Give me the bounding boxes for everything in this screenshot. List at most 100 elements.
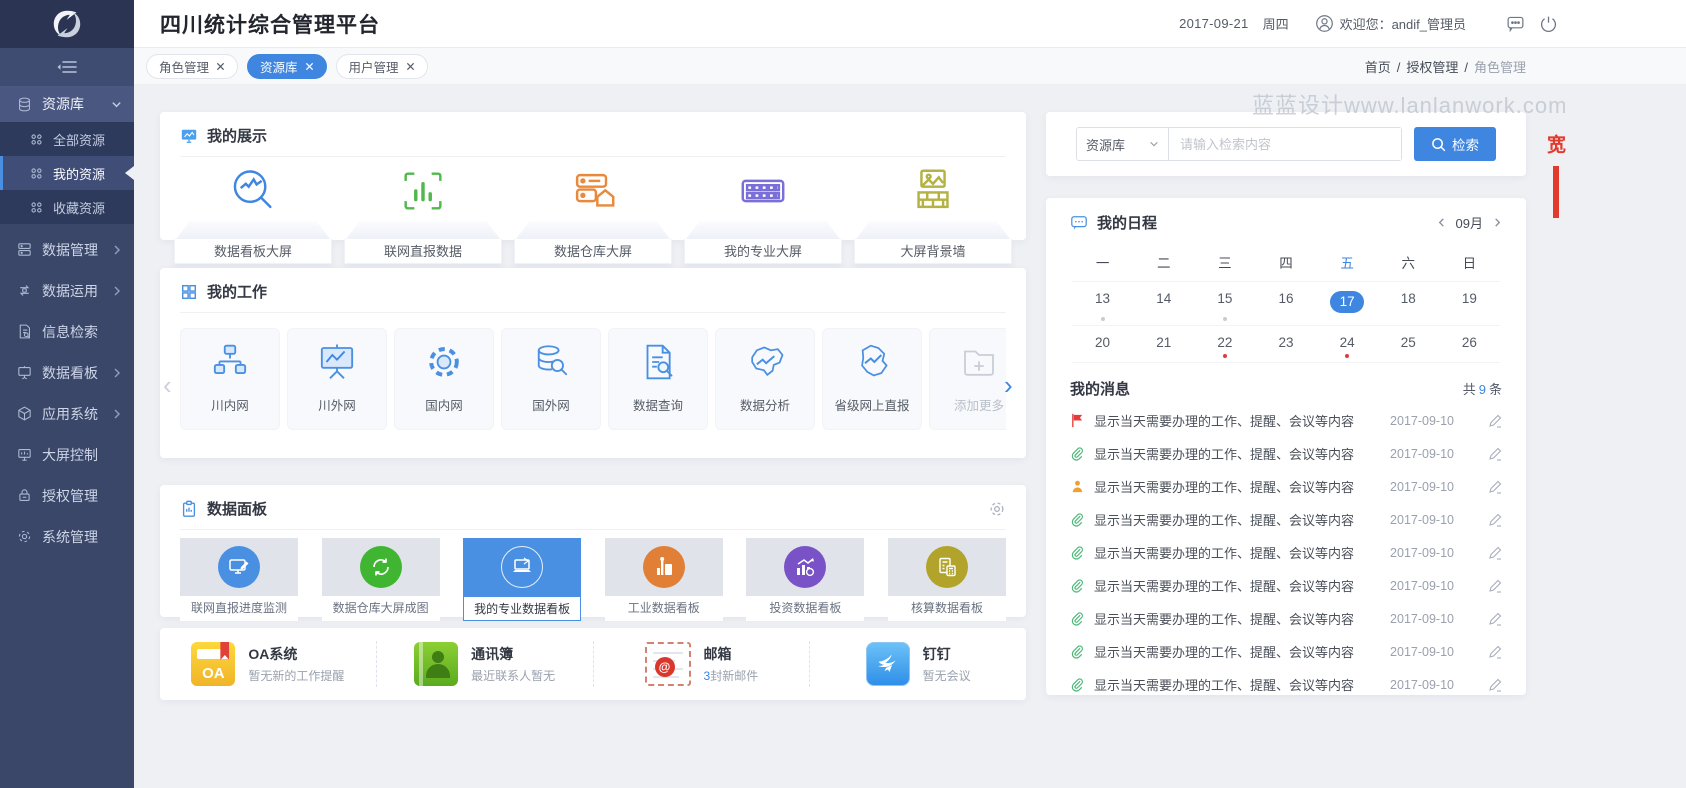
edit-pencil-icon[interactable] <box>1488 546 1502 560</box>
power-icon[interactable] <box>1539 14 1558 33</box>
sidebar-item-system-management[interactable]: 系统管理 <box>0 516 134 557</box>
prev-month-icon[interactable] <box>1437 218 1446 227</box>
message-row[interactable]: 显示当天需要办理的工作、提醒、会议等内容 2017-09-10 <box>1070 668 1502 701</box>
message-row[interactable]: 显示当天需要办理的工作、提醒、会议等内容 2017-09-10 <box>1070 437 1502 470</box>
edit-pencil-icon[interactable] <box>1488 513 1502 527</box>
work-item-domestic-network[interactable]: 国内网 <box>394 328 494 430</box>
breadcrumb-parent[interactable]: 授权管理 <box>1406 60 1458 75</box>
sidebar-item-label: 全部资源 <box>53 130 105 149</box>
sidebar-item-info-search[interactable]: 信息检索 <box>0 311 134 352</box>
board-item-industrial-dashboard[interactable]: 工业数据看板 <box>605 538 723 621</box>
calendar-day[interactable]: 15 <box>1194 282 1255 325</box>
breadcrumb-home[interactable]: 首页 <box>1365 60 1391 75</box>
message-row[interactable]: 显示当天需要办理的工作、提醒、会议等内容 2017-09-10 <box>1070 503 1502 536</box>
sidebar-item-resource-library[interactable]: 资源库 <box>0 86 134 122</box>
display-item-label: 大屏背景墙 <box>854 239 1012 264</box>
search-button-label: 检索 <box>1452 134 1479 154</box>
close-icon[interactable] <box>305 62 314 71</box>
calendar-day[interactable]: 18 <box>1378 282 1439 325</box>
work-item-data-query[interactable]: 数据查询 <box>608 328 708 430</box>
chevron-right-icon <box>112 368 122 378</box>
message-text: 显示当天需要办理的工作、提醒、会议等内容 <box>1094 675 1390 694</box>
edit-pencil-icon[interactable] <box>1488 447 1502 461</box>
calendar-day-selected[interactable]: 17 <box>1317 282 1378 325</box>
message-row[interactable]: 显示当天需要办理的工作、提醒、会议等内容 2017-09-10 <box>1070 470 1502 503</box>
app-dingtalk[interactable]: 钉钉 暂无会议 <box>810 641 1026 687</box>
tab-user-management[interactable]: 用户管理 <box>336 54 428 79</box>
edit-pencil-icon[interactable] <box>1488 678 1502 692</box>
sidebar-item-application-system[interactable]: 应用系统 <box>0 393 134 434</box>
calendar-day[interactable]: 13 <box>1072 282 1133 325</box>
work-item-foreign-network[interactable]: 国外网 <box>501 328 601 430</box>
edit-pencil-icon[interactable] <box>1488 612 1502 626</box>
sidebar-item-all-resources[interactable]: 全部资源 <box>0 122 134 156</box>
sidebar-item-data-application[interactable]: 数据运用 <box>0 270 134 311</box>
calendar-day[interactable]: 26 <box>1439 326 1500 362</box>
calendar-day[interactable]: 24 <box>1317 326 1378 362</box>
panel-settings-gear-icon[interactable] <box>988 500 1006 518</box>
calendar-day[interactable]: 14 <box>1133 282 1194 325</box>
board-item-label: 我的专业数据看板 <box>463 596 581 621</box>
carousel-prev-button[interactable]: ‹ <box>163 372 172 398</box>
edit-pencil-icon[interactable] <box>1488 579 1502 593</box>
sidebar-collapse-button[interactable] <box>0 48 134 86</box>
app-oa-system[interactable]: OA OA系统 暂无新的工作提醒 <box>160 641 377 687</box>
sidebar-item-screen-control[interactable]: 大屏控制 <box>0 434 134 475</box>
user-menu[interactable]: 欢迎您：andif_管理员 <box>1315 14 1466 33</box>
calendar-day[interactable]: 23 <box>1255 326 1316 362</box>
sidebar-item-my-resources[interactable]: 我的资源 <box>0 156 134 190</box>
search-input[interactable] <box>1169 128 1401 160</box>
work-item-add-more[interactable]: 添加更多 <box>929 328 1006 430</box>
display-item-warehouse-screen[interactable]: 数据仓库大屏 <box>514 159 672 264</box>
close-icon[interactable] <box>216 62 225 71</box>
tab-resource-library[interactable]: 资源库 <box>247 54 327 79</box>
sidebar-item-favorite-resources[interactable]: 收藏资源 <box>0 190 134 224</box>
work-item-sichuan-extranet[interactable]: 川外网 <box>287 328 387 430</box>
board-item-warehouse-screen-chart[interactable]: 数据仓库大屏成图 <box>322 538 440 621</box>
next-month-icon[interactable] <box>1493 218 1502 227</box>
sidebar-item-authorization[interactable]: 授权管理 <box>0 475 134 516</box>
sidebar-item-data-dashboard[interactable]: 数据看板 <box>0 352 134 393</box>
clipboard-chart-icon <box>180 500 198 518</box>
open-tabs-bar: 角色管理 资源库 用户管理 首页/授权管理/角色管理 <box>134 48 1686 85</box>
design-annotation-bar <box>1553 166 1559 218</box>
message-row[interactable]: 显示当天需要办理的工作、提醒、会议等内容 2017-09-10 <box>1070 635 1502 668</box>
chevron-right-icon <box>112 245 122 255</box>
message-row[interactable]: 显示当天需要办理的工作、提醒、会议等内容 2017-09-10 <box>1070 404 1502 437</box>
edit-pencil-icon[interactable] <box>1488 645 1502 659</box>
work-item-provincial-online-report[interactable]: 省级网上直报 <box>822 328 922 430</box>
collapse-menu-icon <box>57 60 77 74</box>
board-item-report-progress-monitor[interactable]: 联网直报进度监测 <box>180 538 298 621</box>
carousel-next-button[interactable]: › <box>1004 372 1013 398</box>
calendar-day[interactable]: 19 <box>1439 282 1500 325</box>
edit-pencil-icon[interactable] <box>1488 414 1502 428</box>
calendar-day[interactable]: 22 <box>1194 326 1255 362</box>
work-item-sichuan-intranet[interactable]: 川内网 <box>180 328 280 430</box>
board-item-investment-dashboard[interactable]: 投资数据看板 <box>746 538 864 621</box>
board-item-accounting-dashboard[interactable]: 核算数据看板 <box>888 538 1006 621</box>
display-item-professional-screen[interactable]: 我的专业大屏 <box>684 159 842 264</box>
message-row[interactable]: 显示当天需要办理的工作、提醒、会议等内容 2017-09-10 <box>1070 602 1502 635</box>
app-mailbox[interactable]: @ 邮箱 3封新邮件 <box>594 641 811 687</box>
message-row[interactable]: 显示当天需要办理的工作、提醒、会议等内容 2017-09-10 <box>1070 569 1502 602</box>
work-item-data-analysis[interactable]: 数据分析 <box>715 328 815 430</box>
calendar-day[interactable]: 25 <box>1378 326 1439 362</box>
message-row[interactable]: 显示当天需要办理的工作、提醒、会议等内容 2017-09-10 <box>1070 536 1502 569</box>
display-item-background-wall[interactable]: 大屏背景墙 <box>854 159 1012 264</box>
calendar-day[interactable]: 21 <box>1133 326 1194 362</box>
tab-role-management[interactable]: 角色管理 <box>146 54 238 79</box>
close-icon[interactable] <box>406 62 415 71</box>
message-bubble-icon[interactable] <box>1506 14 1525 33</box>
display-item-dashboard-screen[interactable]: 数据看板大屏 <box>174 159 332 264</box>
display-item-online-report-data[interactable]: 联网直报数据 <box>344 159 502 264</box>
app-address-book[interactable]: 通讯簿 最近联系人暂无 <box>377 641 594 687</box>
section-title: 我的展示 <box>207 125 267 146</box>
edit-pencil-icon[interactable] <box>1488 480 1502 494</box>
calendar-day[interactable]: 16 <box>1255 282 1316 325</box>
calendar-day[interactable]: 20 <box>1072 326 1133 362</box>
search-category-select[interactable]: 资源库 <box>1077 128 1169 160</box>
database-search-icon <box>530 341 572 383</box>
sidebar-item-data-management[interactable]: 数据管理 <box>0 229 134 270</box>
board-item-my-professional-dashboard[interactable]: 我的专业数据看板 <box>463 538 581 621</box>
search-button[interactable]: 检索 <box>1414 127 1496 161</box>
